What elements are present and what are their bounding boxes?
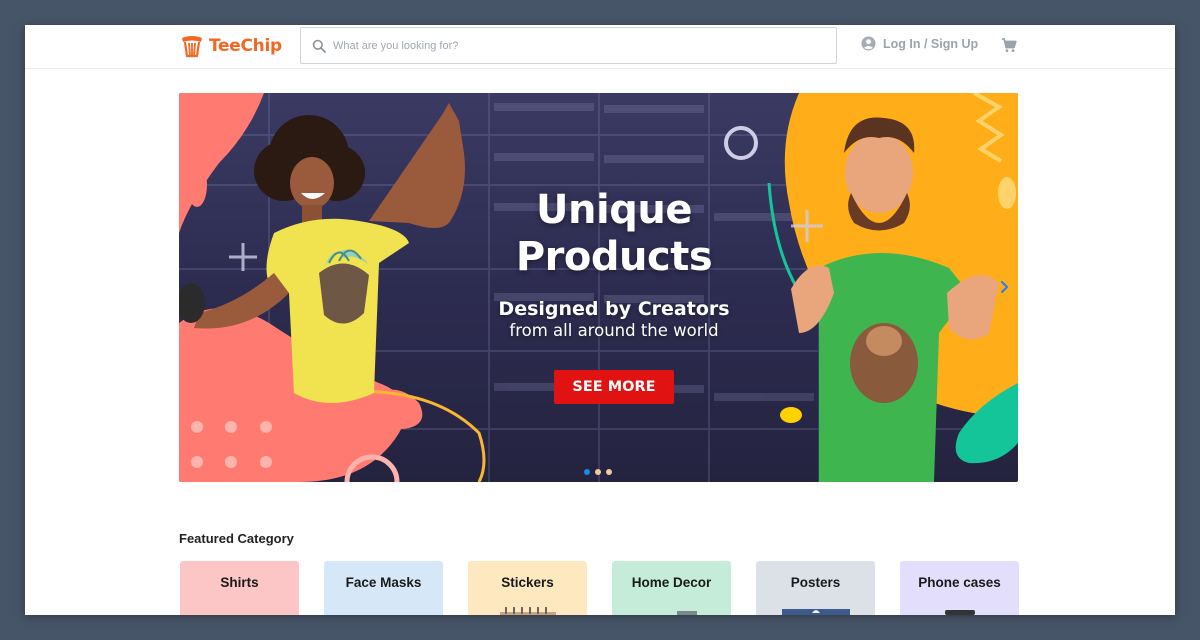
phone-case-thumbnail: [944, 610, 975, 615]
category-card-face-masks[interactable]: Face Masks: [324, 561, 443, 615]
cart-icon[interactable]: [1001, 37, 1017, 53]
category-label: Stickers: [501, 575, 554, 590]
decor-thumbnail: [676, 611, 697, 615]
category-card-phone-cases[interactable]: Phone cases: [900, 561, 1019, 615]
brand-name: TeeChip: [209, 36, 282, 56]
category-card-posters[interactable]: Posters: [756, 561, 875, 615]
banner-tagline: from all around the world: [509, 321, 719, 340]
category-card-shirts[interactable]: Shirts: [180, 561, 299, 615]
search-bar[interactable]: [300, 27, 837, 64]
search-input[interactable]: [333, 39, 836, 52]
browser-window: TeeChip Log In / Sign Up: [25, 25, 1175, 615]
carousel-indicators: [584, 469, 612, 475]
category-card-home-decor[interactable]: Home Decor: [612, 561, 731, 615]
banner-artwork: [179, 93, 1018, 482]
notebook-thumbnail: [499, 607, 556, 615]
category-label: Phone cases: [918, 575, 1001, 590]
banner-headline: Unique Products: [449, 187, 779, 281]
category-card-stickers[interactable]: Stickers: [468, 561, 587, 615]
teechip-logo[interactable]: TeeChip: [179, 33, 282, 59]
category-label: Posters: [790, 575, 841, 590]
carousel-dot-1[interactable]: [584, 469, 590, 475]
user-icon: [861, 36, 876, 51]
banner-title-line1: Unique: [536, 187, 692, 233]
see-more-button[interactable]: SEE MORE: [554, 370, 674, 404]
poster-thumbnail: [781, 609, 850, 615]
banner-subtitle: Designed by Creators: [498, 298, 730, 320]
banner-title-line2: Products: [515, 234, 713, 280]
hero-banner[interactable]: Unique Products Designed by Creators fro…: [179, 93, 1018, 482]
category-label: Face Masks: [345, 575, 422, 590]
site-header: TeeChip Log In / Sign Up: [25, 25, 1175, 69]
category-label: Home Decor: [631, 575, 712, 590]
login-signup-link[interactable]: Log In / Sign Up: [861, 36, 978, 51]
featured-category-heading: Featured Category: [179, 531, 294, 546]
carousel-dot-2[interactable]: [595, 469, 601, 475]
chevron-right-icon[interactable]: [999, 279, 1011, 295]
login-label: Log In / Sign Up: [883, 36, 979, 51]
teechip-logo-icon: [182, 36, 202, 58]
search-icon: [312, 39, 326, 53]
category-label: Shirts: [220, 575, 259, 590]
featured-category-list: Shirts Face Masks Stickers Home Decor Po…: [180, 561, 1019, 615]
carousel-dot-3[interactable]: [606, 469, 612, 475]
